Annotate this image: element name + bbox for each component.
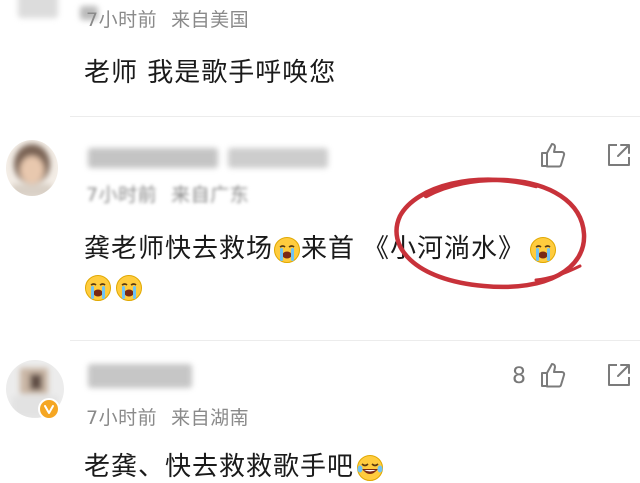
comment-text-part: 来首 xyxy=(301,234,356,264)
blurred-avatar xyxy=(18,0,58,18)
loudly-crying-emoji xyxy=(530,236,557,263)
comment-text-part: 老龚、快去救救歌手吧 xyxy=(84,452,355,482)
divider xyxy=(70,116,640,117)
share-icon[interactable] xyxy=(604,140,634,170)
comment-time: 7小时前 xyxy=(86,407,158,429)
tears-of-joy-emoji xyxy=(357,454,384,481)
comment-meta: 7小时前 来自湖南 xyxy=(86,403,249,430)
blurred-username-suffix xyxy=(228,148,328,168)
loudly-crying-emoji xyxy=(274,236,301,263)
emoji-row xyxy=(84,274,146,302)
blurred-username xyxy=(88,364,192,388)
divider xyxy=(70,340,640,341)
comment-location: 来自美国 xyxy=(171,9,250,31)
thumbs-up-icon[interactable] xyxy=(538,140,568,170)
comment-text-part: 龚老师快去救场 xyxy=(84,234,274,264)
loudly-crying-emoji xyxy=(85,275,111,301)
comment-time: 7小时前 xyxy=(86,9,158,31)
song-title: 《小河淌水》 xyxy=(363,234,526,264)
comment-meta: 7小时前 来自美国 xyxy=(86,5,249,32)
loudly-crying-emoji xyxy=(116,275,142,301)
comment-time: 7小时前 xyxy=(86,184,158,206)
blurred-username xyxy=(88,148,218,168)
comment-location: 来自湖南 xyxy=(171,407,250,429)
avatar[interactable] xyxy=(6,140,58,196)
thumbs-up-icon[interactable] xyxy=(538,360,568,390)
share-icon[interactable] xyxy=(604,360,634,390)
comment-location: 来自广东 xyxy=(171,184,250,206)
verified-badge xyxy=(38,398,60,420)
comment-text: 老龚、快去救救歌手吧 xyxy=(84,446,384,483)
comment-text: 龚老师快去救场 来首 《小河淌水》 xyxy=(84,228,557,265)
comment-meta: 7小时前 来自广东 xyxy=(86,180,249,207)
comment-text: 老师 我是歌手呼唤您 xyxy=(84,58,337,88)
like-count: 8 xyxy=(512,364,526,389)
